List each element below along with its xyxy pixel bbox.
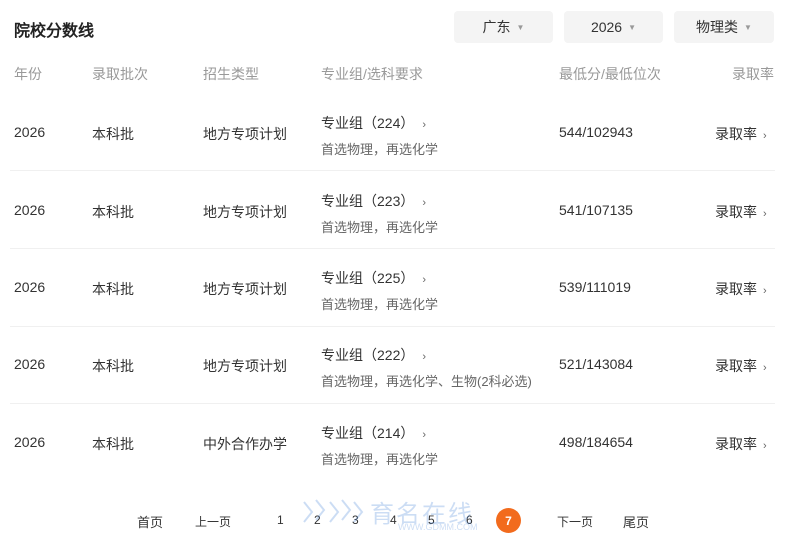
column-header-type: 招生类型: [203, 66, 259, 82]
group-link[interactable]: 专业组（225） ›: [321, 268, 438, 288]
cell-year: 2026: [14, 124, 46, 140]
page-button-4[interactable]: 4: [390, 513, 397, 527]
cell-batch: 本科批: [92, 358, 134, 374]
subject-dropdown[interactable]: 物理类 ▼: [674, 11, 774, 43]
table-header: 年份 录取批次 招生类型 专业组/选科要求 最低分/最低位次 录取率: [0, 64, 785, 84]
table-row: 2026 本科批 地方专项计划 专业组（224） › 首选物理，再选化学 544/…: [10, 93, 775, 171]
cell-group: 专业组（224） › 首选物理，再选化学: [321, 113, 438, 158]
cell-group: 专业组（214） › 首选物理，再选化学: [321, 423, 438, 468]
group-name: 专业组（223）: [321, 193, 415, 209]
page-button-6[interactable]: 6: [466, 513, 473, 527]
chevron-right-icon: ›: [422, 351, 427, 363]
cell-batch: 本科批: [92, 436, 134, 452]
chevron-right-icon: ›: [763, 208, 767, 220]
group-name: 专业组（214）: [321, 425, 415, 441]
page-header: 院校分数线 广东 ▼ 2026 ▼ 物理类 ▼: [0, 0, 785, 52]
admission-rate-link[interactable]: 录取率 ›: [715, 202, 767, 222]
cell-score: 521/143084: [559, 356, 633, 372]
cell-batch: 本科批: [92, 126, 134, 142]
chevron-right-icon: ›: [422, 197, 427, 209]
group-requirement: 首选物理，再选化学、生物(2科必选): [321, 374, 532, 389]
caret-down-icon: ▼: [628, 22, 637, 32]
table-row: 2026 本科批 地方专项计划 专业组（223） › 首选物理，再选化学 541/…: [10, 171, 775, 249]
cell-type: 地方专项计划: [203, 126, 287, 142]
cell-score: 544/102943: [559, 124, 633, 140]
cell-group: 专业组（222） › 首选物理，再选化学、生物(2科必选): [321, 345, 532, 390]
cell-type: 地方专项计划: [203, 358, 287, 374]
year-dropdown-value: 2026: [590, 19, 623, 35]
pagination: 首页 上一页 1 2 3 4 5 6 7 下一页 尾页: [0, 508, 785, 533]
table-row: 2026 本科批 中外合作办学 专业组（214） › 首选物理，再选化学 498/…: [10, 404, 775, 482]
cell-year: 2026: [14, 202, 46, 218]
chevron-right-icon: ›: [763, 362, 767, 374]
admission-rate-label: 录取率: [715, 204, 757, 220]
chevron-right-icon: ›: [422, 429, 427, 441]
group-requirement: 首选物理，再选化学: [321, 297, 439, 312]
page-button-1[interactable]: 1: [277, 513, 284, 527]
cell-batch: 本科批: [92, 281, 134, 297]
group-requirement: 首选物理，再选化学: [321, 220, 439, 235]
column-header-group: 专业组/选科要求: [321, 66, 423, 82]
cell-year: 2026: [14, 434, 46, 450]
cell-type: 地方专项计划: [203, 204, 287, 220]
prev-page-button[interactable]: 上一页: [195, 513, 231, 530]
chevron-right-icon: ›: [763, 440, 767, 452]
caret-down-icon: ▼: [516, 22, 525, 32]
cell-score: 539/111019: [559, 279, 631, 295]
group-name: 专业组（225）: [321, 270, 415, 286]
group-link[interactable]: 专业组（223） ›: [321, 191, 438, 211]
admission-rate-label: 录取率: [715, 358, 757, 374]
last-page-button[interactable]: 尾页: [623, 512, 649, 531]
cell-type: 中外合作办学: [203, 436, 287, 452]
admission-rate-label: 录取率: [715, 281, 757, 297]
next-page-button[interactable]: 下一页: [557, 513, 593, 530]
cell-type: 地方专项计划: [203, 281, 287, 297]
admission-rate-link[interactable]: 录取率 ›: [715, 356, 767, 376]
page-button-3[interactable]: 3: [352, 513, 359, 527]
admission-rate-link[interactable]: 录取率 ›: [715, 124, 767, 144]
subject-dropdown-value: 物理类: [696, 19, 739, 35]
group-link[interactable]: 专业组（214） ›: [321, 423, 438, 443]
caret-down-icon: ▼: [744, 22, 752, 32]
group-link[interactable]: 专业组（222） ›: [321, 345, 532, 365]
cell-score: 541/107135: [559, 202, 633, 218]
column-header-year: 年份: [14, 66, 42, 82]
page-button-2[interactable]: 2: [314, 513, 321, 527]
admission-rate-label: 录取率: [715, 436, 757, 452]
province-dropdown-value: 广东: [482, 19, 511, 35]
group-name: 专业组（222）: [321, 347, 415, 363]
chevron-right-icon: ›: [763, 130, 767, 142]
page-button-5[interactable]: 5: [428, 513, 435, 527]
current-page-button[interactable]: 7: [496, 508, 521, 533]
chevron-right-icon: ›: [422, 119, 427, 131]
column-header-batch: 录取批次: [92, 66, 148, 82]
cell-year: 2026: [14, 356, 46, 372]
group-link[interactable]: 专业组（224） ›: [321, 113, 438, 133]
column-header-score: 最低分/最低位次: [559, 66, 661, 82]
admission-rate-link[interactable]: 录取率 ›: [715, 434, 767, 454]
admission-rate-link[interactable]: 录取率 ›: [715, 279, 767, 299]
cell-score: 498/184654: [559, 434, 633, 450]
cell-group: 专业组（223） › 首选物理，再选化学: [321, 191, 438, 236]
group-requirement: 首选物理，再选化学: [321, 142, 439, 157]
cell-group: 专业组（225） › 首选物理，再选化学: [321, 268, 438, 313]
province-dropdown[interactable]: 广东 ▼: [454, 11, 553, 43]
year-dropdown[interactable]: 2026 ▼: [564, 11, 663, 43]
group-name: 专业组（224）: [321, 115, 415, 131]
admission-rate-label: 录取率: [715, 126, 757, 142]
group-requirement: 首选物理，再选化学: [321, 452, 439, 467]
table-row: 2026 本科批 地方专项计划 专业组（225） › 首选物理，再选化学 539/…: [10, 249, 775, 327]
cell-batch: 本科批: [92, 204, 134, 220]
chevron-right-icon: ›: [422, 274, 427, 286]
table-row: 2026 本科批 地方专项计划 专业组（222） › 首选物理，再选化学、生物(2…: [10, 326, 775, 404]
chevron-right-icon: ›: [763, 285, 767, 297]
page-title: 院校分数线: [14, 23, 95, 40]
first-page-button[interactable]: 首页: [137, 512, 163, 531]
column-header-rate: 录取率: [732, 66, 774, 82]
cell-year: 2026: [14, 279, 46, 295]
